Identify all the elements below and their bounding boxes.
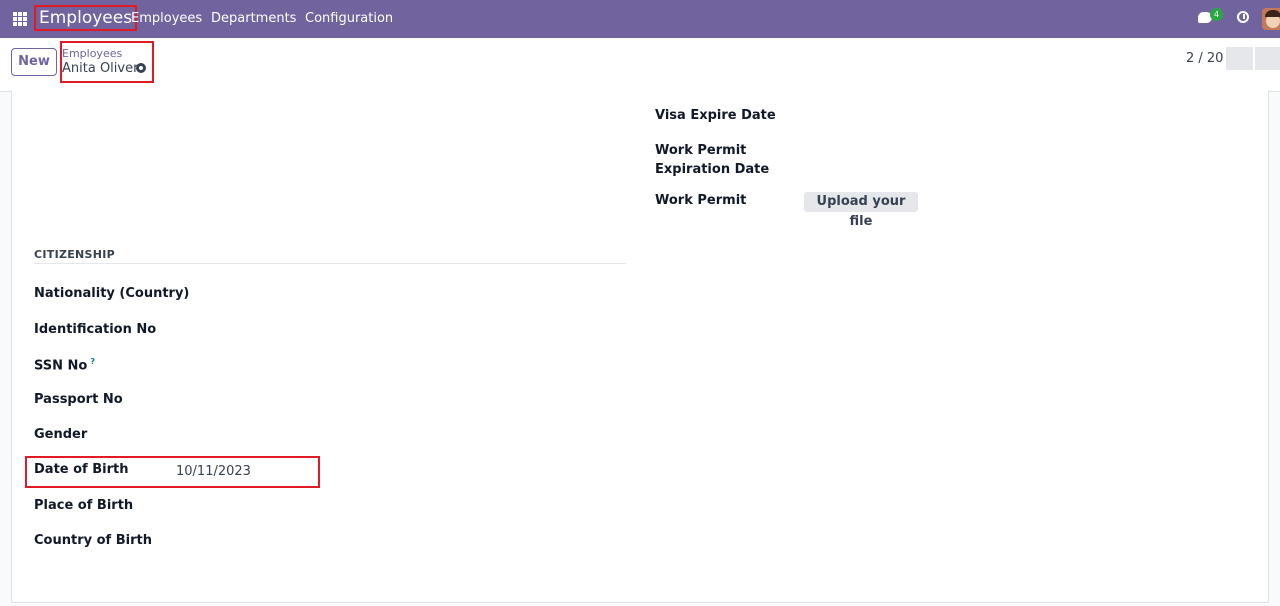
work-permit-expiration-label-2: Expiration Date [655, 162, 770, 177]
form-sheet [11, 91, 1269, 603]
pager-next-button[interactable] [1255, 47, 1280, 70]
apps-grid-icon[interactable] [13, 12, 27, 26]
app-title[interactable]: Employees [34, 5, 138, 31]
user-avatar[interactable] [1262, 8, 1280, 30]
work-permit-label: Work Permit [655, 193, 747, 208]
top-navbar: Employees Employees Departments Configur… [0, 0, 1280, 38]
breadcrumb-current: Anita Oliver [62, 61, 139, 76]
breadcrumb-parent[interactable]: Employees [62, 47, 122, 60]
new-button[interactable]: New [11, 48, 57, 76]
place-of-birth-label: Place of Birth [34, 498, 134, 513]
passport-label: Passport No [34, 392, 123, 407]
pager-value: 2 / 20 [1186, 51, 1224, 66]
control-panel: New Employees Anita Oliver 2 / 20 [0, 38, 1280, 92]
chat-count-badge: 4 [1210, 8, 1223, 21]
section-divider [34, 263, 626, 264]
help-tooltip-icon[interactable]: ? [90, 357, 95, 366]
upload-file-button[interactable]: Upload your file [804, 192, 918, 229]
country-of-birth-label: Country of Birth [34, 533, 152, 548]
pager-previous-button[interactable] [1226, 47, 1253, 70]
ssn-label: SSN No? [34, 357, 95, 373]
nationality-label: Nationality (Country) [34, 286, 190, 301]
work-permit-expiration-label-1: Work Permit [655, 143, 747, 158]
gear-icon[interactable] [136, 63, 146, 73]
date-of-birth-field[interactable]: 10/11/2023 [176, 464, 251, 479]
citizenship-section-title: CITIZENSHIP [34, 248, 116, 261]
ssn-label-text: SSN No [34, 358, 88, 374]
date-of-birth-label: Date of Birth [34, 462, 129, 477]
identification-label: Identification No [34, 322, 157, 337]
gender-label: Gender [34, 427, 88, 442]
menu-configuration[interactable]: Configuration [305, 11, 393, 26]
activity-clock-icon[interactable] [1237, 11, 1249, 23]
visa-expire-date-label: Visa Expire Date [655, 108, 776, 123]
menu-employees[interactable]: Employees [131, 11, 202, 26]
menu-departments[interactable]: Departments [211, 11, 296, 26]
